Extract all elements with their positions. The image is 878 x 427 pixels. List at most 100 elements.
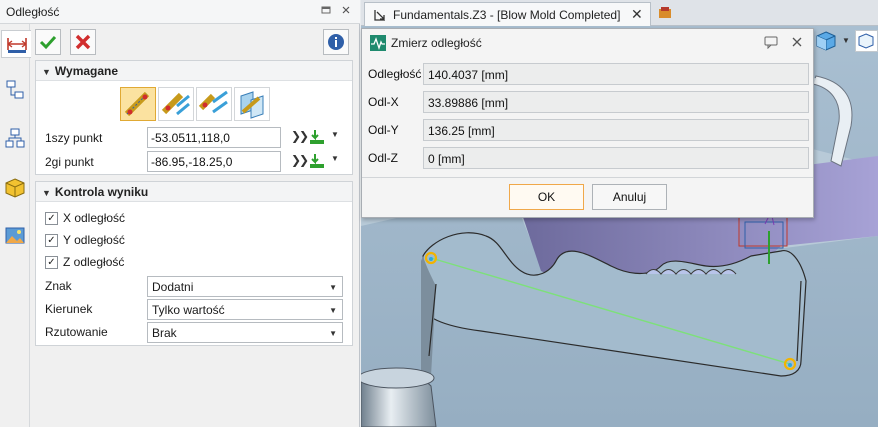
measure-mode-group [120,87,272,121]
dropdown-arrow-icon: ▼ [329,306,337,315]
x-distance-label: X odległość [63,211,126,225]
projection-label: Rzutowanie [45,325,108,339]
first-point-row: 1szy punkt -53.0511,118,0 ❯❯ ▼ [36,127,354,149]
result-control-section: ▼ Kontrola wyniku ✓ X odległość ✓ Y odleg… [35,181,353,346]
dialog-title: Zmierz odległość [391,36,482,50]
checkmark-icon [39,35,57,50]
expand-options-icon[interactable]: ❯❯ [291,129,309,143]
direction-value: Tylko wartość [152,303,225,317]
second-point-input[interactable]: -86.95,-18.25,0 [147,151,281,172]
structure-icon [5,128,25,148]
waveform-icon [370,35,386,51]
view-manager-tab[interactable] [2,174,28,202]
lock-view-icon[interactable] [657,5,673,21]
dialog-divider [362,177,813,178]
z-distance-checkbox[interactable]: ✓ [45,255,58,269]
dist-z-value: 0 [mm] [423,147,809,169]
close-panel-icon[interactable] [339,4,353,18]
mode-point-to-point-button[interactable] [120,87,156,121]
required-section: ▼ Wymagane 1szy punkt -53.0511,118,0 ❯❯ … [35,60,353,175]
sign-value: Dodatni [152,280,194,294]
panel-side-strip [0,24,31,427]
point-to-line-icon [161,92,190,116]
y-distance-checkbox[interactable]: ✓ [45,233,58,247]
pick-point-icon[interactable] [309,129,329,145]
panel-toolbar [31,26,353,56]
panel-title: Odległość [6,5,60,19]
projection-select[interactable]: Brak ▼ [147,322,343,343]
mode-line-to-line-button[interactable] [196,87,232,121]
panel-content: ▼ Wymagane 1szy punkt -53.0511,118,0 ❯❯ … [31,24,360,427]
direction-select[interactable]: Tylko wartość ▼ [147,299,343,320]
view-cube-dropdown-icon[interactable]: ▼ [842,36,850,45]
dist-y-value: 136.25 [mm] [423,119,809,141]
ruler-icon [6,38,27,53]
required-section-title: Wymagane [54,64,119,78]
view-cube-icon[interactable] [815,30,837,52]
comment-icon[interactable] [764,35,778,52]
pick-dropdown-icon[interactable]: ▼ [331,130,339,139]
document-tab[interactable]: Fundamentals.Z3 - [Blow Mold Completed] … [364,2,651,26]
z-distance-label: Z odległość [63,255,125,269]
mode-face-to-face-button[interactable] [234,87,270,121]
dropdown-arrow-icon: ▼ [329,283,337,292]
sign-label: Znak [45,279,72,293]
distance-value: 140.4037 [mm] [423,63,809,85]
history-tree-icon [6,80,24,99]
face-to-face-icon [240,91,264,119]
measure-tool-tab[interactable] [1,30,31,58]
accept-button[interactable] [35,29,61,55]
collapse-arrow-icon: ▼ [42,188,51,198]
close-tab-icon[interactable]: ✕ [631,6,643,23]
document-tab-bar: Fundamentals.Z3 - [Blow Mold Completed] … [361,0,878,26]
z-distance-check-row[interactable]: ✓ Z odległość [45,253,124,271]
sign-select[interactable]: Dodatni ▼ [147,276,343,297]
measure-distance-panel: Odległość ▼ Wymagane 1szy punkt -53.0511… [0,0,360,427]
direction-label: Kierunek [45,302,93,316]
pick-dropdown-icon[interactable]: ▼ [331,154,339,163]
assembly-tab[interactable] [2,124,28,152]
close-dialog-icon[interactable] [790,35,804,52]
result-section-title: Kontrola wyniku [54,185,149,199]
red-x-icon [75,34,91,50]
cancel-button[interactable]: Anuluj [592,184,667,210]
y-distance-label: Y odległość [63,233,125,247]
mode-point-to-line-button[interactable] [158,87,194,121]
cancel-command-button[interactable] [70,29,96,55]
measure-distance-dialog: Zmierz odległość Odległość 140.4037 [mm]… [361,28,814,218]
part-document-icon [374,10,385,21]
document-tab-title: Fundamentals.Z3 - [Blow Mold Completed] [393,8,621,22]
second-point-label: 2gi punkt [45,155,94,169]
pick-point-icon[interactable] [309,153,329,169]
history-tab[interactable] [2,76,28,104]
info-icon [328,34,344,50]
first-point-input[interactable]: -53.0511,118,0 [147,127,281,148]
line-to-line-icon [198,90,228,114]
projection-value: Brak [152,326,177,340]
x-distance-check-row[interactable]: ✓ X odległość [45,209,125,227]
float-panel-icon[interactable] [319,4,333,18]
y-distance-check-row[interactable]: ✓ Y odległość [45,231,125,249]
view-settings-button[interactable] [855,30,878,52]
cube-icon [5,178,25,198]
expand-options-icon[interactable]: ❯❯ [291,153,309,167]
x-distance-checkbox[interactable]: ✓ [45,211,58,225]
dropdown-arrow-icon: ▼ [329,329,337,338]
result-section-header[interactable]: ▼ Kontrola wyniku [36,182,352,202]
scene-image-icon [5,227,25,244]
collapse-arrow-icon: ▼ [42,67,51,77]
ok-button[interactable]: OK [509,184,584,210]
distance-label: Odległość [368,67,422,81]
required-section-header[interactable]: ▼ Wymagane [36,61,352,81]
dist-z-label: Odl-Z [368,151,398,165]
cube-outline-icon [858,33,874,49]
point-to-point-icon [124,91,150,117]
render-tab[interactable] [2,222,28,250]
dist-x-value: 33.89886 [mm] [423,91,809,113]
second-point-row: 2gi punkt -86.95,-18.25,0 ❯❯ ▼ [36,151,354,173]
panel-titlebar: Odległość [0,0,360,24]
help-button[interactable] [323,29,349,55]
dist-y-label: Odl-Y [368,123,399,137]
first-point-label: 1szy punkt [45,131,103,145]
dist-x-label: Odl-X [368,95,399,109]
